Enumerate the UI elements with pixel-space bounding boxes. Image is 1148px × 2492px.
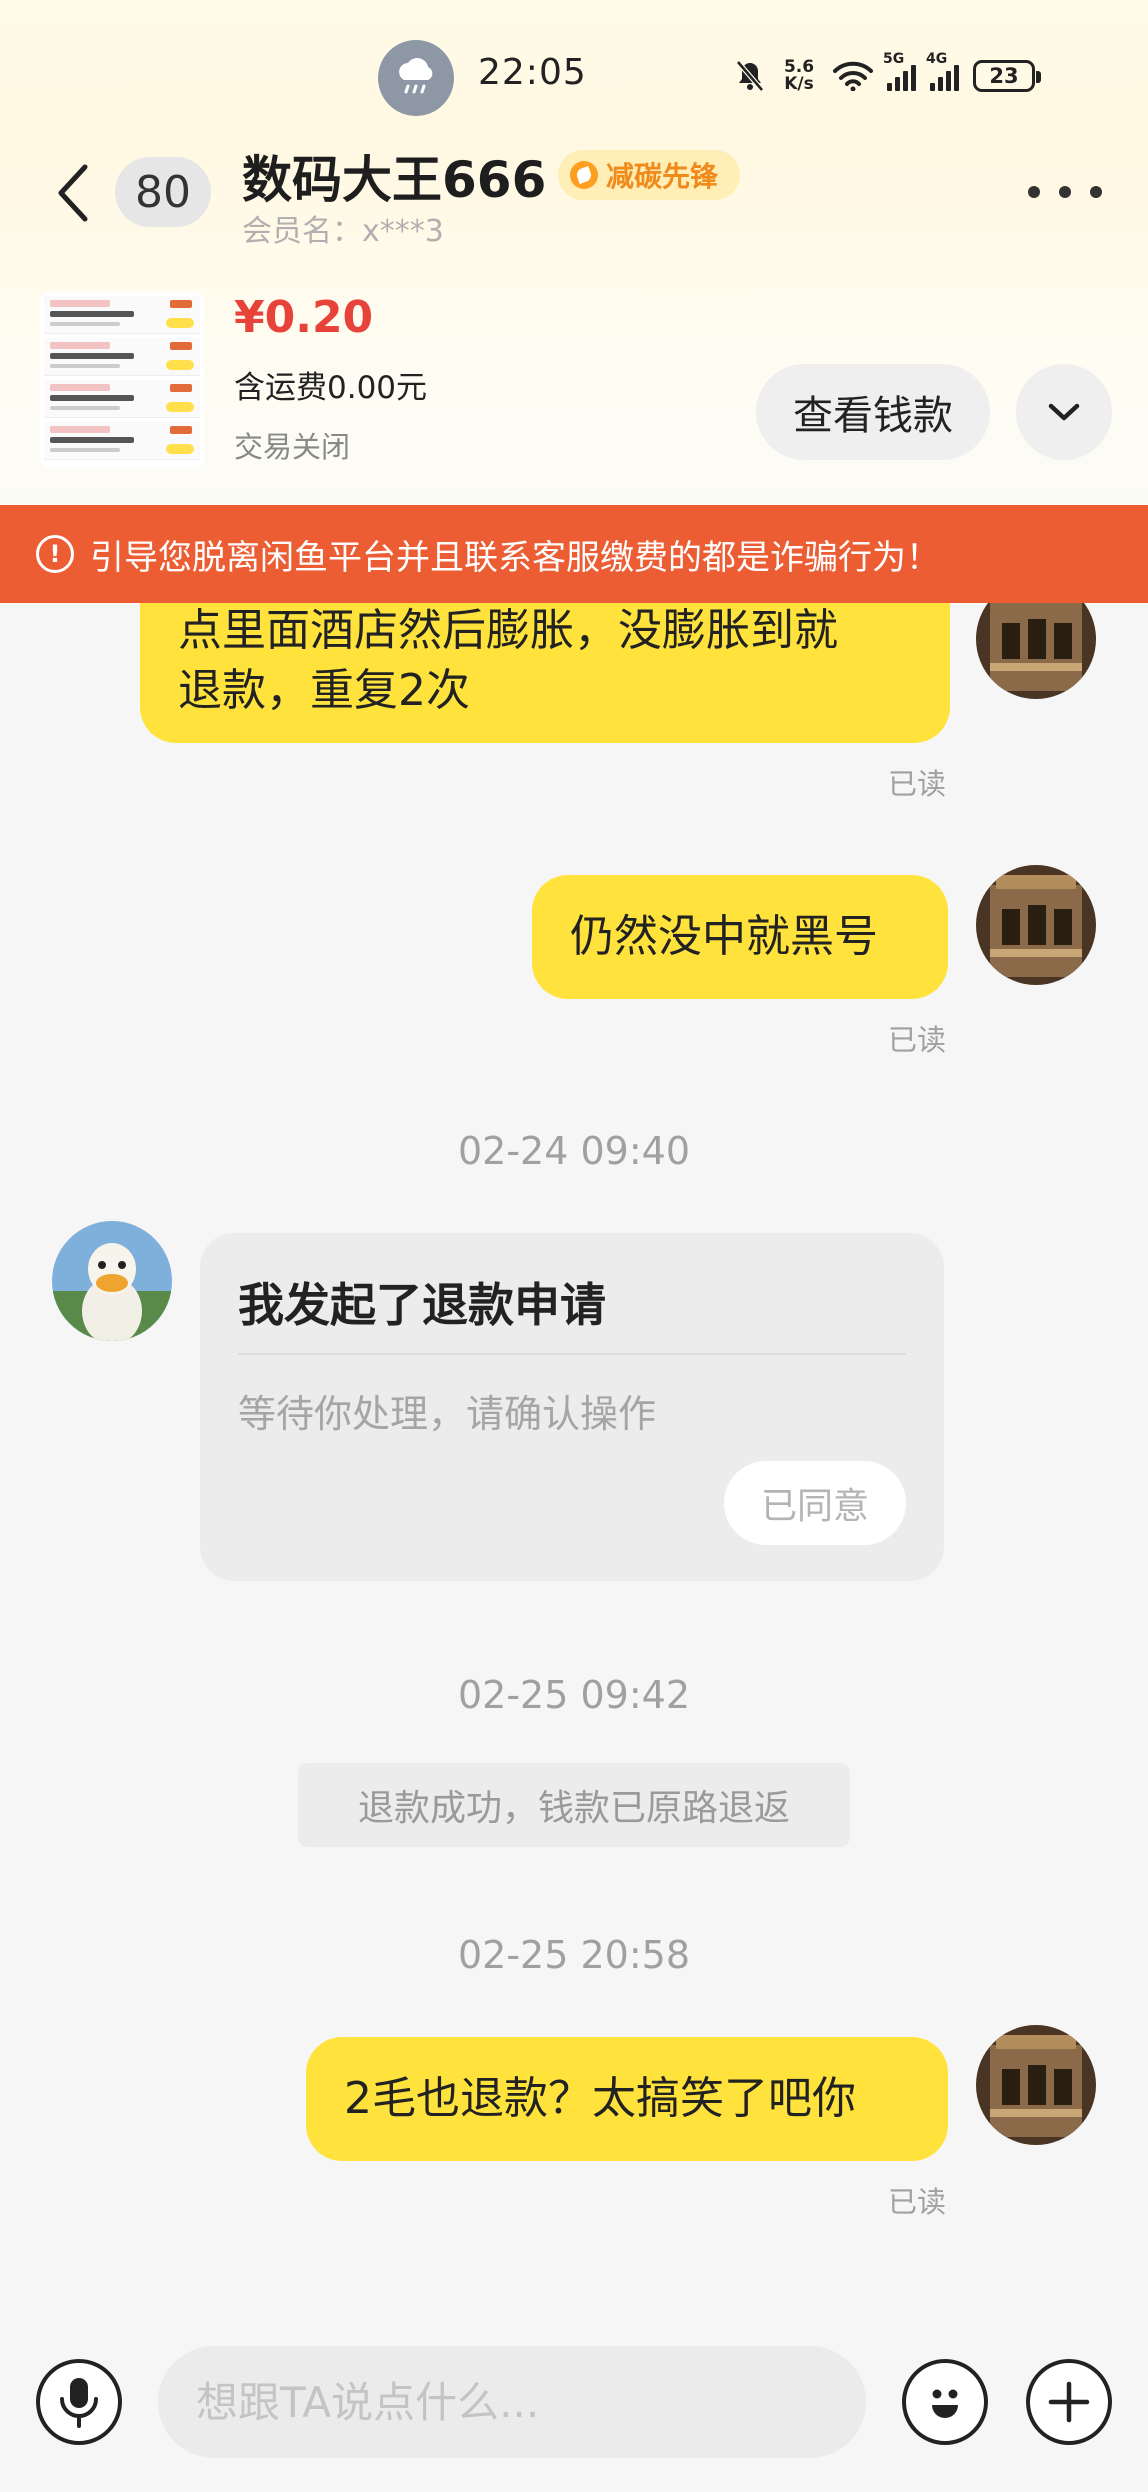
other-user-avatar[interactable] bbox=[52, 1221, 172, 1341]
plus-icon bbox=[1048, 2381, 1090, 2423]
chevron-down-icon bbox=[1048, 403, 1080, 421]
read-receipt: 已读 bbox=[888, 2185, 947, 2219]
message-text: 仍然没中就黑号 bbox=[570, 911, 878, 962]
member-name: 会员名：x***3 bbox=[242, 214, 444, 249]
product-thumbnail[interactable] bbox=[40, 292, 204, 468]
my-avatar[interactable] bbox=[976, 603, 1096, 699]
more-dots-icon bbox=[1028, 186, 1040, 198]
more-actions-button[interactable] bbox=[1026, 2359, 1112, 2445]
more-options-button[interactable] bbox=[1028, 170, 1102, 214]
wifi-icon bbox=[833, 61, 873, 91]
my-avatar[interactable] bbox=[976, 865, 1096, 985]
system-status-icons: 5.6 K/s 5G 4G 23 bbox=[735, 51, 1041, 98]
system-message: 退款成功，钱款已原路退返 bbox=[298, 1763, 850, 1847]
exclamation-icon: ! bbox=[36, 535, 74, 573]
expand-button[interactable] bbox=[1016, 364, 1112, 460]
mute-bell-icon bbox=[736, 60, 764, 92]
shipping-fee: 含运费0.00元 bbox=[234, 370, 428, 406]
message-timestamp: 02-25 20:58 bbox=[457, 1933, 690, 1977]
unread-count-badge[interactable]: 80 bbox=[115, 157, 211, 227]
leaf-icon bbox=[570, 161, 598, 189]
refund-subtitle: 等待你处理，请确认操作 bbox=[238, 1392, 657, 1436]
microphone-icon bbox=[60, 2378, 98, 2428]
read-receipt: 已读 bbox=[888, 1023, 947, 1057]
message-input[interactable] bbox=[158, 2346, 866, 2458]
chat-title[interactable]: 数码大王666 bbox=[242, 140, 546, 212]
outgoing-message[interactable]: 2毛也退款？太搞笑了吧你 bbox=[306, 2037, 948, 2161]
status-bar: 22:05 5.6 K/s 5G 4G 23 bbox=[0, 0, 1148, 150]
top-header-area: 22:05 5.6 K/s 5G 4G 23 80 数码大王666 减碳先锋 会… bbox=[0, 0, 1148, 505]
outgoing-message[interactable]: 仍然没中就黑号 bbox=[532, 875, 948, 999]
agreed-button[interactable]: 已同意 bbox=[724, 1461, 906, 1545]
message-text-line: 点里面酒店然后膨胀，没膨胀到就 bbox=[178, 605, 838, 656]
read-receipt: 已读 bbox=[888, 767, 947, 801]
signal-4g-icon: 4G bbox=[926, 51, 959, 91]
eco-badge-label: 减碳先锋 bbox=[606, 160, 719, 193]
voice-input-button[interactable] bbox=[36, 2359, 122, 2445]
view-money-button[interactable]: 查看钱款 bbox=[756, 364, 990, 460]
chat-messages[interactable]: 点里面酒店然后膨胀，没膨胀到就 退款，重复2次 已读 仍然没中就黑号 已读 02… bbox=[0, 603, 1148, 2333]
fraud-warning-banner: ! 引导您脱离闲鱼平台并且联系客服缴费的都是诈骗行为！ bbox=[0, 505, 1148, 603]
refund-title: 我发起了退款申请 bbox=[238, 1278, 606, 1332]
input-bar bbox=[0, 2333, 1148, 2492]
refund-request-card[interactable]: 我发起了退款申请 等待你处理，请确认操作 已同意 bbox=[200, 1233, 944, 1581]
network-speed: 5.6 K/s bbox=[783, 57, 815, 94]
trade-status: 交易关闭 bbox=[234, 430, 351, 464]
chevron-left-icon bbox=[58, 164, 88, 222]
divider bbox=[238, 1353, 906, 1355]
my-avatar[interactable] bbox=[976, 2025, 1096, 2145]
eco-badge[interactable]: 减碳先锋 bbox=[558, 150, 741, 200]
back-button[interactable] bbox=[48, 158, 98, 228]
signal-5g-icon: 5G bbox=[883, 51, 916, 91]
battery-indicator: 23 bbox=[973, 60, 1041, 92]
emoji-button[interactable] bbox=[902, 2359, 988, 2445]
clock: 22:05 bbox=[478, 52, 587, 93]
weather-icon bbox=[378, 40, 454, 116]
smiley-icon bbox=[932, 2389, 958, 2418]
message-text: 2毛也退款？太搞笑了吧你 bbox=[344, 2073, 856, 2124]
message-text-line: 退款，重复2次 bbox=[178, 665, 470, 716]
product-price: ¥0.20 bbox=[234, 292, 374, 343]
message-timestamp: 02-24 09:40 bbox=[457, 1129, 690, 1173]
message-timestamp: 02-25 09:42 bbox=[457, 1673, 690, 1717]
warning-text: 引导您脱离闲鱼平台并且联系客服缴费的都是诈骗行为！ bbox=[90, 537, 940, 578]
outgoing-message[interactable]: 点里面酒店然后膨胀，没膨胀到就 退款，重复2次 bbox=[140, 603, 950, 743]
